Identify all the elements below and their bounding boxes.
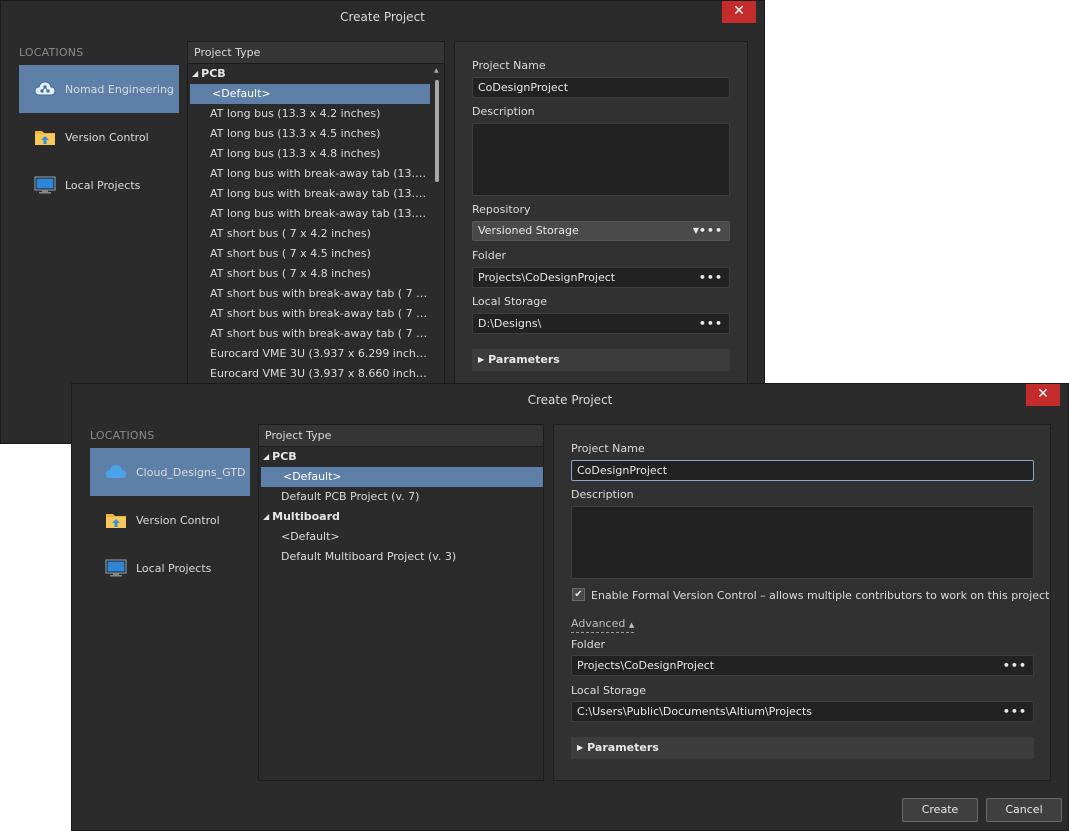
chevron-up-icon: ▲	[628, 621, 635, 629]
parameters-section[interactable]: ▶ Parameters	[472, 349, 730, 371]
type-item[interactable]: AT long bus (13.3 x 4.2 inches)	[188, 104, 430, 124]
scroll-thumb[interactable]	[435, 80, 439, 182]
type-item[interactable]: AT long bus (13.3 x 4.8 inches)	[188, 144, 430, 164]
type-item[interactable]: Default Multiboard Project (v. 3)	[259, 547, 543, 567]
location-local-projects[interactable]: Local Projects	[90, 544, 250, 592]
repository-value: Versioned Storage	[478, 224, 579, 237]
local-storage-label: Local Storage	[571, 684, 647, 697]
repository-label: Repository	[472, 203, 531, 216]
create-button[interactable]: Create	[902, 798, 978, 822]
collapse-triangle-icon: ◢	[263, 512, 270, 521]
folder-input[interactable]: Projects\CoDesignProject •••	[571, 655, 1034, 676]
create-project-dialog-front: Create Project ✕ LOCATIONS Cloud_Designs…	[71, 383, 1069, 831]
description-label: Description	[571, 488, 634, 501]
project-type-panel: Project Type ◢ PCB <Default> AT long bus …	[187, 41, 445, 386]
location-version-control[interactable]: Version Control	[90, 496, 250, 544]
type-item[interactable]: AT short bus ( 7 x 4.5 inches)	[188, 244, 430, 264]
project-details-panel: Project Name CoDesignProject Description…	[454, 41, 748, 386]
project-type-list: ◢ PCB <Default> Default PCB Project (v. 7…	[259, 447, 543, 567]
locations-list: Cloud_Designs_GTD Version Control Local …	[90, 448, 250, 592]
description-textarea[interactable]	[472, 123, 730, 196]
folder-input[interactable]: Projects\CoDesignProject •••	[472, 267, 730, 288]
collapse-triangle-icon: ◢	[192, 69, 199, 78]
repository-select[interactable]: Versioned Storage ▼ •••	[472, 221, 730, 241]
expand-triangle-icon: ▶	[478, 355, 485, 364]
group-multiboard[interactable]: ◢ Multiboard	[259, 507, 543, 527]
location-label: Nomad Engineering	[65, 82, 174, 96]
locations-label: LOCATIONS	[19, 46, 84, 59]
location-cloud-designs[interactable]: Cloud_Designs_GTD	[90, 448, 250, 496]
close-button[interactable]: ✕	[722, 1, 756, 23]
close-button[interactable]: ✕	[1026, 384, 1060, 406]
browse-storage-icon[interactable]: •••	[699, 314, 723, 333]
cloud-network-icon	[33, 78, 57, 100]
type-item[interactable]: AT long bus with break-away tab (13.3 x.…	[188, 164, 430, 184]
project-name-label: Project Name	[571, 442, 645, 455]
type-item[interactable]: <Default>	[190, 84, 430, 104]
type-item[interactable]: Eurocard VME 3U (3.937 x 6.299 inches)	[188, 344, 430, 364]
folder-upload-icon	[104, 509, 128, 531]
folder-upload-icon	[33, 126, 57, 148]
browse-folder-icon[interactable]: •••	[699, 268, 723, 287]
type-item[interactable]: AT short bus with break-away tab ( 7 x 4…	[188, 324, 430, 344]
type-item[interactable]: <Default>	[259, 527, 543, 547]
version-control-checkbox[interactable]: ✔	[572, 588, 585, 601]
location-label: Local Projects	[65, 178, 141, 192]
type-item[interactable]: AT long bus (13.3 x 4.5 inches)	[188, 124, 430, 144]
type-item[interactable]: AT short bus with break-away tab ( 7 x 4…	[188, 284, 430, 304]
type-item[interactable]: AT short bus ( 7 x 4.2 inches)	[188, 224, 430, 244]
cloud-icon	[104, 461, 128, 483]
local-storage-label: Local Storage	[472, 295, 548, 308]
group-pcb[interactable]: ◢ PCB	[259, 447, 543, 467]
description-textarea[interactable]	[571, 506, 1034, 579]
location-label: Version Control	[136, 513, 220, 527]
dialog-title: Create Project	[527, 393, 613, 407]
location-local-projects[interactable]: Local Projects	[19, 161, 179, 209]
browse-storage-icon[interactable]: •••	[1003, 702, 1027, 721]
expand-triangle-icon: ▶	[577, 743, 584, 752]
project-name-input[interactable]: CoDesignProject	[472, 77, 730, 98]
dialog-title: Create Project	[340, 10, 425, 24]
monitor-icon	[104, 557, 128, 579]
parameters-section[interactable]: ▶ Parameters	[571, 737, 1034, 759]
location-label: Local Projects	[136, 561, 212, 575]
create-project-dialog-back: Create Project ✕ LOCATIONS Nomad Enginee…	[0, 0, 765, 444]
scrollbar[interactable]: ▲	[432, 65, 442, 385]
collapse-triangle-icon: ◢	[263, 452, 270, 461]
locations-list: Nomad Engineering Version Control Local …	[19, 65, 179, 209]
advanced-toggle[interactable]: Advanced ▲	[571, 617, 635, 633]
folder-label: Folder	[472, 249, 506, 262]
browse-folder-icon[interactable]: •••	[1003, 656, 1027, 675]
type-item[interactable]: AT short bus ( 7 x 4.8 inches)	[188, 264, 430, 284]
type-item[interactable]: AT short bus with break-away tab ( 7 x 4…	[188, 304, 430, 324]
project-name-label: Project Name	[472, 59, 546, 72]
location-label: Version Control	[65, 130, 149, 144]
project-details-panel: Project Name CoDesignProject Description…	[553, 424, 1051, 781]
project-name-input[interactable]: CoDesignProject	[571, 460, 1034, 481]
monitor-icon	[33, 174, 57, 196]
local-storage-input[interactable]: C:\Users\Public\Documents\Altium\Project…	[571, 701, 1034, 722]
more-options-icon[interactable]: •••	[699, 222, 723, 240]
project-type-header: Project Type	[259, 425, 543, 447]
group-pcb[interactable]: ◢ PCB	[188, 64, 430, 84]
version-control-label[interactable]: Enable Formal Version Control – allows m…	[591, 589, 1049, 602]
project-type-panel: Project Type ◢ PCB <Default> Default PCB …	[258, 424, 544, 781]
locations-label: LOCATIONS	[90, 429, 155, 442]
local-storage-input[interactable]: D:\Designs\ •••	[472, 313, 730, 334]
location-version-control[interactable]: Version Control	[19, 113, 179, 161]
description-label: Description	[472, 105, 535, 118]
project-type-list: ◢ PCB <Default> AT long bus (13.3 x 4.2 i…	[188, 64, 444, 384]
cancel-button[interactable]: Cancel	[986, 798, 1062, 822]
type-item[interactable]: Eurocard VME 3U (3.937 x 8.660 inches)	[188, 364, 430, 384]
type-item[interactable]: <Default>	[261, 467, 543, 487]
location-label: Cloud_Designs_GTD	[136, 465, 246, 479]
type-item[interactable]: AT long bus with break-away tab (13.3 x.…	[188, 204, 430, 224]
project-type-header: Project Type	[188, 42, 444, 64]
type-item[interactable]: Default PCB Project (v. 7)	[259, 487, 543, 507]
folder-label: Folder	[571, 638, 605, 651]
location-nomad-engineering[interactable]: Nomad Engineering	[19, 65, 179, 113]
type-item[interactable]: AT long bus with break-away tab (13.3 x.…	[188, 184, 430, 204]
scroll-up-icon[interactable]: ▲	[434, 67, 439, 74]
